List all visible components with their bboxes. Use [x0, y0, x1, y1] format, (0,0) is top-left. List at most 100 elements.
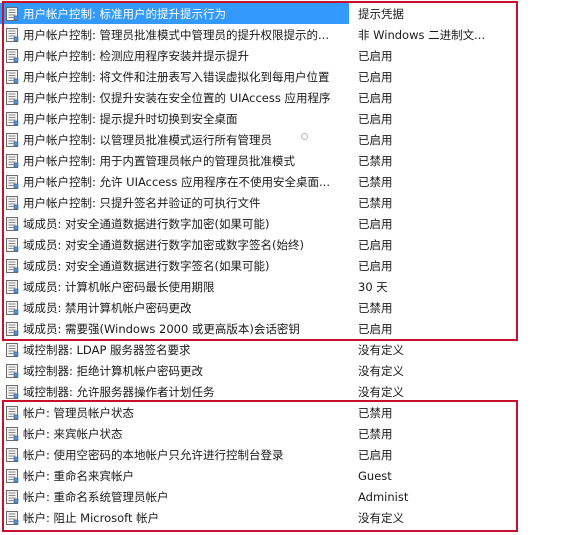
security-setting-value: 已启用	[358, 258, 393, 273]
policy-row[interactable]: 域控制器: 拒绝计算机帐户密码更改 没有定义	[0, 360, 520, 381]
policy-name: 帐户: 阻止 Microsoft 帐户	[23, 510, 160, 525]
policy-row[interactable]: 用户帐户控制: 标准用户的提升提示行为 提示凭据	[0, 3, 404, 24]
policy-name: 用户帐户控制: 标准用户的提升提示行为	[23, 6, 227, 21]
policy-row[interactable]: 用户帐户控制: 管理员批准模式中管理员的提升权限提示的... 非 Windows …	[0, 24, 520, 45]
policy-setting-icon	[5, 510, 19, 525]
policy-name: 域控制器: LDAP 服务器签名要求	[23, 342, 191, 357]
policy-row[interactable]: 用户帐户控制: 仅提升安装在安全位置的 UIAccess 应用程序 已启用	[0, 87, 520, 108]
policy-name: 帐户: 来宾帐户状态	[23, 426, 123, 441]
policy-setting-icon	[5, 321, 19, 336]
policy-list: 用户帐户控制: 标准用户的提升提示行为 提示凭据 用户帐户控制: 管理员批准模式中管…	[0, 3, 520, 528]
security-setting-value: 30 天	[358, 279, 388, 294]
policy-row[interactable]: 帐户: 重命名来宾帐户 Guest	[0, 465, 520, 486]
policy-name: 用户帐户控制: 提示提升时切换到安全桌面	[23, 111, 238, 126]
security-setting-value: 没有定义	[358, 510, 404, 525]
policy-list-canvas: 用户帐户控制: 标准用户的提升提示行为 提示凭据 用户帐户控制: 管理员批准模式中管…	[0, 0, 573, 535]
policy-row[interactable]: 域成员: 对安全通道数据进行数字加密(如果可能) 已启用	[0, 213, 520, 234]
policy-name: 域成员: 对安全通道数据进行数字签名(如果可能)	[23, 258, 270, 273]
policy-name: 用户帐户控制: 只提升签名并验证的可执行文件	[23, 195, 261, 210]
policy-name: 用户帐户控制: 将文件和注册表写入错误虚拟化到每用户位置	[23, 69, 330, 84]
policy-name: 域控制器: 允许服务器操作者计划任务	[23, 384, 215, 399]
security-setting-value: 没有定义	[358, 342, 404, 357]
policy-name: 用户帐户控制: 管理员批准模式中管理员的提升权限提示的...	[23, 27, 329, 42]
security-setting-value: 没有定义	[358, 384, 404, 399]
policy-row[interactable]: 帐户: 来宾帐户状态 已禁用	[0, 423, 520, 444]
security-setting-value: 已启用	[358, 69, 393, 84]
security-setting-value: 已禁用	[358, 426, 393, 441]
policy-name: 用户帐户控制: 仅提升安装在安全位置的 UIAccess 应用程序	[23, 90, 331, 105]
policy-setting-icon	[5, 216, 19, 231]
security-setting-value: 非 Windows 二进制文...	[358, 27, 486, 42]
policy-setting-icon	[5, 69, 19, 84]
security-setting-value: 已启用	[358, 237, 393, 252]
security-setting-value: Administ	[358, 489, 409, 504]
policy-setting-icon	[5, 279, 19, 294]
policy-setting-icon	[5, 342, 19, 357]
security-setting-value: 已启用	[358, 90, 393, 105]
security-setting-value: 已禁用	[358, 300, 393, 315]
policy-setting-icon	[5, 489, 19, 504]
policy-name: 域成员: 需要强(Windows 2000 或更高版本)会话密钥	[23, 321, 300, 336]
policy-name: 用户帐户控制: 检测应用程序安装并提示提升	[23, 48, 250, 63]
policy-setting-icon	[5, 447, 19, 462]
cursor-ring	[301, 133, 308, 140]
security-setting-value: Guest	[358, 468, 392, 483]
policy-row[interactable]: 域控制器: 允许服务器操作者计划任务 没有定义	[0, 381, 520, 402]
policy-row[interactable]: 帐户: 管理员帐户状态 已禁用	[0, 402, 520, 423]
security-setting-value: 已禁用	[358, 195, 393, 210]
policy-setting-icon	[5, 195, 19, 210]
policy-row[interactable]: 用户帐户控制: 以管理员批准模式运行所有管理员 已启用	[0, 129, 520, 150]
policy-setting-icon	[5, 384, 19, 399]
security-setting-value: 已禁用	[358, 153, 393, 168]
security-setting-value: 已启用	[358, 447, 393, 462]
policy-setting-icon	[5, 363, 19, 378]
policy-name: 域成员: 对安全通道数据进行数字加密(如果可能)	[23, 216, 270, 231]
policy-row[interactable]: 用户帐户控制: 将文件和注册表写入错误虚拟化到每用户位置 已启用	[0, 66, 520, 87]
policy-setting-icon	[5, 48, 19, 63]
policy-row[interactable]: 帐户: 重命名系统管理员帐户 Administ	[0, 486, 520, 507]
security-setting-value: 已禁用	[358, 174, 393, 189]
policy-setting-icon	[5, 258, 19, 273]
policy-setting-icon	[5, 300, 19, 315]
policy-name: 用户帐户控制: 允许 UIAccess 应用程序在不使用安全桌面...	[23, 174, 330, 189]
policy-row[interactable]: 域成员: 禁用计算机帐户密码更改 已禁用	[0, 297, 520, 318]
policy-row[interactable]: 域成员: 计算机帐户密码最长使用期限 30 天	[0, 276, 520, 297]
policy-name: 帐户: 使用空密码的本地帐户只允许进行控制台登录	[23, 447, 284, 462]
policy-setting-icon	[5, 237, 19, 252]
policy-row[interactable]: 用户帐户控制: 提示提升时切换到安全桌面 已启用	[0, 108, 520, 129]
policy-setting-icon	[5, 6, 19, 21]
security-setting-value: 已启用	[358, 132, 393, 147]
security-setting-value: 已禁用	[358, 405, 393, 420]
policy-setting-icon	[5, 153, 19, 168]
policy-row[interactable]: 域成员: 对安全通道数据进行数字签名(如果可能) 已启用	[0, 255, 520, 276]
policy-setting-icon	[5, 111, 19, 126]
security-setting-value: 已启用	[358, 321, 393, 336]
policy-name: 域控制器: 拒绝计算机帐户密码更改	[23, 363, 204, 378]
policy-name: 域成员: 计算机帐户密码最长使用期限	[23, 279, 215, 294]
policy-row[interactable]: 域控制器: LDAP 服务器签名要求 没有定义	[0, 339, 520, 360]
policy-name: 帐户: 管理员帐户状态	[23, 405, 135, 420]
policy-setting-icon	[5, 132, 19, 147]
policy-setting-icon	[5, 174, 19, 189]
policy-name: 帐户: 重命名来宾帐户	[23, 468, 135, 483]
policy-row[interactable]: 用户帐户控制: 用于内置管理员帐户的管理员批准模式 已禁用	[0, 150, 520, 171]
security-setting-value: 已启用	[358, 48, 393, 63]
policy-setting-icon	[5, 426, 19, 441]
policy-row[interactable]: 用户帐户控制: 检测应用程序安装并提示提升 已启用	[0, 45, 520, 66]
security-setting-value: 已启用	[358, 111, 393, 126]
policy-row[interactable]: 帐户: 阻止 Microsoft 帐户 没有定义	[0, 507, 520, 528]
policy-name: 域成员: 禁用计算机帐户密码更改	[23, 300, 192, 315]
policy-name: 帐户: 重命名系统管理员帐户	[23, 489, 169, 504]
policy-setting-icon	[5, 27, 19, 42]
policy-row[interactable]: 域成员: 需要强(Windows 2000 或更高版本)会话密钥 已启用	[0, 318, 520, 339]
policy-setting-icon	[5, 405, 19, 420]
security-setting-value: 已启用	[358, 216, 393, 231]
policy-row[interactable]: 帐户: 使用空密码的本地帐户只允许进行控制台登录 已启用	[0, 444, 520, 465]
policy-name: 用户帐户控制: 用于内置管理员帐户的管理员批准模式	[23, 153, 296, 168]
policy-row[interactable]: 用户帐户控制: 只提升签名并验证的可执行文件 已禁用	[0, 192, 520, 213]
security-setting-value: 没有定义	[358, 363, 404, 378]
policy-setting-icon	[5, 90, 19, 105]
policy-name: 域成员: 对安全通道数据进行数字加密或数字签名(始终)	[23, 237, 305, 252]
policy-row[interactable]: 用户帐户控制: 允许 UIAccess 应用程序在不使用安全桌面... 已禁用	[0, 171, 520, 192]
policy-row[interactable]: 域成员: 对安全通道数据进行数字加密或数字签名(始终) 已启用	[0, 234, 520, 255]
